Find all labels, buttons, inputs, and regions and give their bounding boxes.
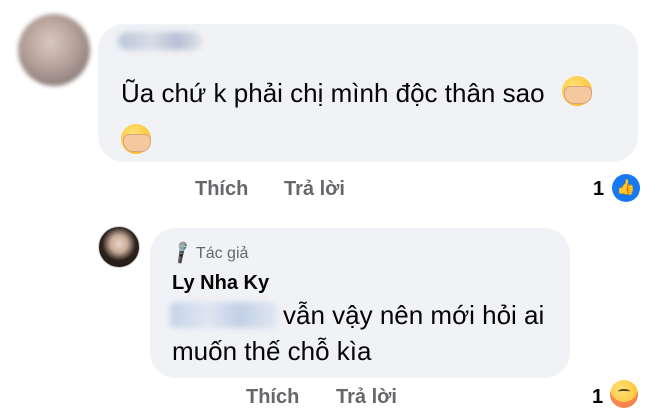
commenter-name-blurred[interactable] <box>118 32 202 50</box>
author-badge-label: Tác giả <box>195 245 249 262</box>
like-button[interactable]: Thích <box>195 178 248 201</box>
reply-button[interactable]: Trả lời <box>284 178 345 201</box>
author-name[interactable]: Ly Nha Ky <box>172 272 269 295</box>
reply-text-line1: vẫn vậy nên mới hỏi ai <box>283 300 545 330</box>
microphone-icon: 🎤 <box>169 240 196 267</box>
reaction-count[interactable]: 1 <box>593 178 604 201</box>
care-reaction-icon[interactable] <box>610 380 638 408</box>
like-icon[interactable]: 👍 <box>612 174 640 202</box>
mention-blurred[interactable] <box>170 302 278 328</box>
author-badge: 🎤Tác giả <box>169 241 249 266</box>
face-palm-emoji-icon <box>562 76 592 106</box>
comment-text: Ũa chứ k phải chị mình độc thân sao <box>121 78 545 108</box>
face-palm-emoji-icon <box>121 124 151 154</box>
reply-text-line2: muốn thế chỗ kìa <box>172 336 372 366</box>
author-avatar[interactable] <box>98 226 140 268</box>
commenter-avatar-blurred[interactable] <box>18 14 90 86</box>
